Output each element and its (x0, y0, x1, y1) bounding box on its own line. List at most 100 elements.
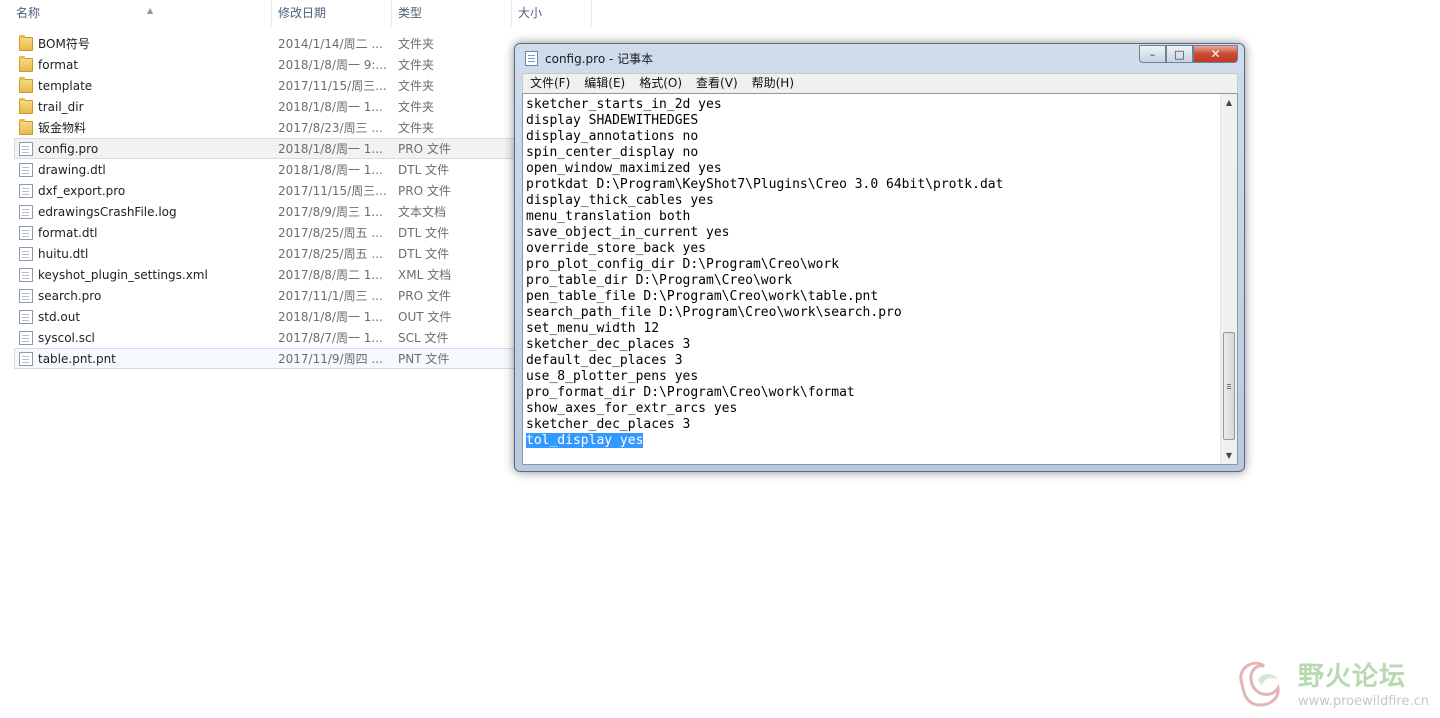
text-line: pro_plot_config_dir D:\Program\Creo\work (526, 257, 840, 272)
file-type: DTL 文件 (398, 163, 450, 177)
file-name: std.out (38, 310, 81, 324)
file-type: SCL 文件 (398, 331, 449, 345)
text-line: protkdat D:\Program\KeyShot7\Plugins\Cre… (526, 177, 1004, 192)
text-line: pro_format_dir D:\Program\Creo\work\form… (526, 385, 855, 400)
menu-bar: 文件(F) 编辑(E) 格式(O) 查看(V) 帮助(H) (522, 73, 1238, 93)
file-name: config.pro (38, 142, 99, 156)
folder-icon (19, 98, 33, 114)
file-name: table.pnt.pnt (38, 352, 116, 366)
file-type: PRO 文件 (398, 289, 451, 303)
column-header-name[interactable]: 名称 ▲ (10, 0, 272, 26)
file-type: XML 文档 (398, 268, 452, 282)
file-name: 钣金物料 (38, 121, 87, 135)
text-line: set_menu_width 12 (526, 321, 660, 336)
file-icon (19, 289, 33, 303)
selected-text[interactable]: tol_display yes (526, 433, 644, 448)
file-row[interactable]: config.pro 2018/1/8/周一 1... PRO 文件 (14, 138, 594, 159)
file-date: 2017/8/7/周一 1... (278, 331, 383, 345)
text-line: search_path_file D:\Program\Creo\work\se… (526, 305, 902, 320)
window-controls: – □ ✕ (1139, 45, 1238, 63)
file-name: dxf_export.pro (38, 184, 126, 198)
text-line: override_store_back yes (526, 241, 707, 256)
xml-file-icon (19, 268, 33, 282)
file-type: PRO 文件 (398, 142, 451, 156)
text-line: display_annotations no (526, 129, 699, 144)
vertical-scrollbar[interactable]: ▲ ▼ (1220, 94, 1237, 464)
text-line: use_8_plotter_pens yes (526, 369, 699, 384)
file-date: 2018/1/8/周一 1... (278, 310, 383, 324)
folder-icon (19, 77, 33, 93)
menu-file[interactable]: 文件(F) (523, 74, 577, 93)
file-row[interactable]: search.pro 2017/11/1/周三 ... PRO 文件 (14, 285, 594, 306)
file-date: 2017/11/9/周四 ... (278, 352, 383, 366)
text-line: sketcher_dec_places 3 (526, 417, 691, 432)
file-row[interactable]: format 2018/1/8/周一 9:... 文件夹 (14, 54, 594, 75)
file-icon (19, 226, 33, 240)
file-name: trail_dir (38, 100, 84, 114)
file-type: 文件夹 (398, 121, 435, 135)
scroll-up-arrow-icon[interactable]: ▲ (1221, 94, 1237, 111)
watermark-url: www.proewildfire.cn (1298, 694, 1429, 709)
text-line: pro_table_dir D:\Program\Creo\work (526, 273, 793, 288)
editor-text: sketcher_starts_in_2d yes display SHADEWI… (526, 97, 1003, 449)
text-editor[interactable]: sketcher_starts_in_2d yes display SHADEWI… (522, 93, 1238, 465)
file-type: 文件夹 (398, 100, 435, 114)
file-row[interactable]: table.pnt.pnt 2017/11/9/周四 ... PNT 文件 (14, 348, 594, 369)
column-header-date[interactable]: 修改日期 (272, 0, 392, 26)
file-row[interactable]: trail_dir 2018/1/8/周一 1... 文件夹 (14, 96, 594, 117)
minimize-button[interactable]: – (1139, 45, 1166, 63)
file-icon (19, 352, 33, 366)
file-name: search.pro (38, 289, 102, 303)
menu-format[interactable]: 格式(O) (632, 74, 689, 93)
file-row[interactable]: keyshot_plugin_settings.xml 2017/8/8/周二 1… (14, 264, 594, 285)
file-icon (19, 184, 33, 198)
file-type: DTL 文件 (398, 247, 450, 261)
file-row[interactable]: dxf_export.pro 2017/11/15/周三... PRO 文件 (14, 180, 594, 201)
title-bar[interactable]: config.pro - 记事本 – □ ✕ (515, 44, 1244, 72)
file-type: 文本文档 (398, 205, 447, 219)
text-line: open_window_maximized yes (526, 161, 722, 176)
forum-watermark: 野火论坛 www.proewildfire.cn (1228, 650, 1440, 718)
file-date: 2017/8/8/周二 1... (278, 268, 383, 282)
file-date: 2018/1/8/周一 1... (278, 142, 383, 156)
file-list: BOM符号 2014/1/14/周二 ... 文件夹 format 2018/1/8/周… (14, 33, 594, 369)
file-row[interactable]: huitu.dtl 2017/8/25/周五 ... DTL 文件 (14, 243, 594, 264)
menu-help[interactable]: 帮助(H) (745, 74, 801, 93)
window-title: config.pro - 记事本 (545, 52, 654, 66)
file-row[interactable]: syscol.scl 2017/8/7/周一 1... SCL 文件 (14, 327, 594, 348)
file-row[interactable]: BOM符号 2014/1/14/周二 ... 文件夹 (14, 33, 594, 54)
file-row[interactable]: 钣金物料 2017/8/23/周三 ... 文件夹 (14, 117, 594, 138)
close-button[interactable]: ✕ (1193, 45, 1238, 63)
file-row[interactable]: edrawingsCrashFile.log 2017/8/9/周三 1... 文本… (14, 201, 594, 222)
file-type: 文件夹 (398, 58, 435, 72)
text-line: sketcher_dec_places 3 (526, 337, 691, 352)
menu-edit[interactable]: 编辑(E) (577, 74, 632, 93)
text-line: default_dec_places 3 (526, 353, 683, 368)
menu-view[interactable]: 查看(V) (689, 74, 745, 93)
folder-icon (19, 56, 33, 72)
file-date: 2017/8/9/周三 1... (278, 205, 383, 219)
scrollbar-thumb[interactable] (1223, 332, 1235, 440)
file-row[interactable]: format.dtl 2017/8/25/周五 ... DTL 文件 (14, 222, 594, 243)
file-name: keyshot_plugin_settings.xml (38, 268, 208, 282)
file-row[interactable]: std.out 2018/1/8/周一 1... OUT 文件 (14, 306, 594, 327)
file-row[interactable]: drawing.dtl 2018/1/8/周一 1... DTL 文件 (14, 159, 594, 180)
flame-logo-icon (1239, 661, 1280, 707)
file-date: 2017/11/15/周三... (278, 184, 387, 198)
file-row[interactable]: template 2017/11/15/周三... 文件夹 (14, 75, 594, 96)
file-date: 2017/8/23/周三 ... (278, 121, 383, 135)
maximize-button[interactable]: □ (1166, 45, 1193, 63)
file-name: syscol.scl (38, 331, 95, 345)
file-icon (19, 310, 33, 324)
text-line: spin_center_display no (526, 145, 699, 160)
text-line: pen_table_file D:\Program\Creo\work\tabl… (526, 289, 879, 304)
column-header-type[interactable]: 类型 (392, 0, 512, 26)
column-header-size[interactable]: 大小 (512, 0, 592, 26)
text-line: display SHADEWITHEDGES (526, 113, 699, 128)
file-date: 2017/8/25/周五 ... (278, 226, 383, 240)
folder-icon (19, 119, 33, 135)
scroll-down-arrow-icon[interactable]: ▼ (1221, 447, 1237, 464)
column-type-label: 类型 (398, 6, 423, 20)
file-list-header: 名称 ▲ 修改日期 类型 大小 (0, 0, 600, 26)
text-line: show_axes_for_extr_arcs yes (526, 401, 738, 416)
